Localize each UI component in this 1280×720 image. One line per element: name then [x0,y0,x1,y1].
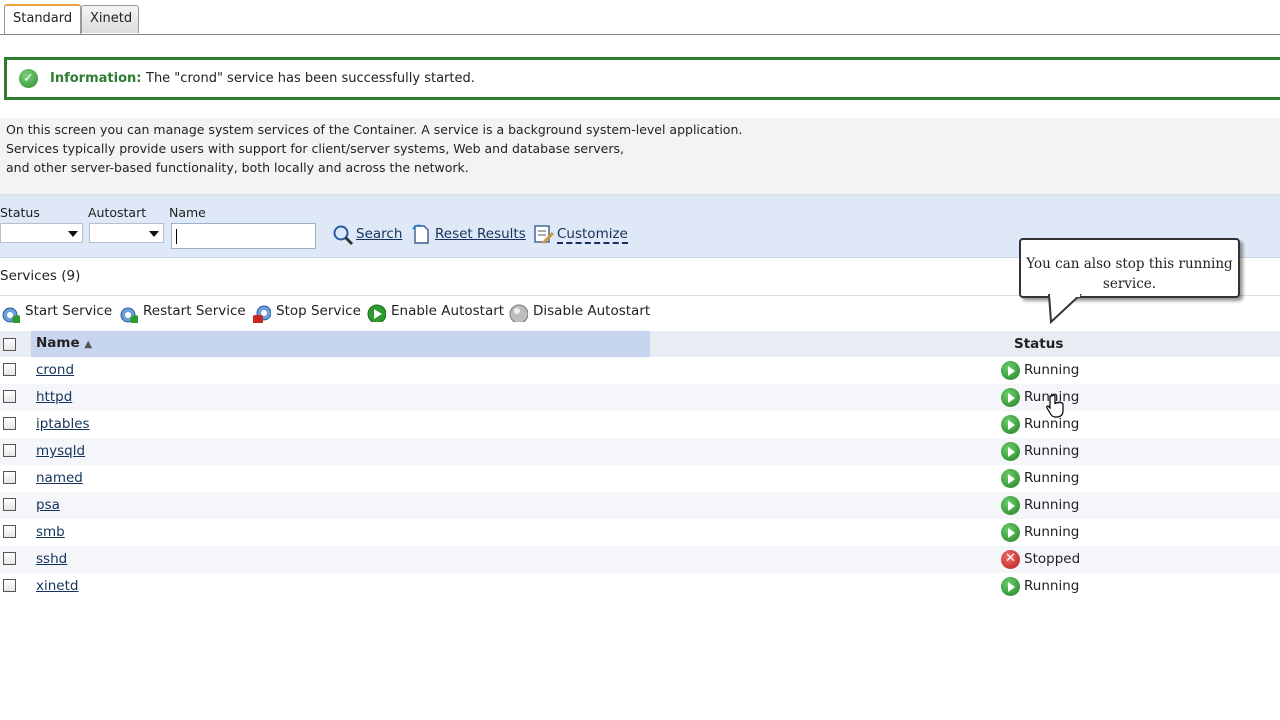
running-icon [1001,415,1020,434]
customize-link[interactable]: Customize [557,226,628,244]
table-row: smb Running [0,519,1280,546]
table-row: crond Running [0,357,1280,384]
running-icon [1001,361,1020,380]
service-name-link[interactable]: crond [36,362,74,378]
customize-icon[interactable] [533,223,555,245]
status-filter-label: Status [0,205,40,220]
table-row: mysqld Running [0,438,1280,465]
service-status: Running [1024,362,1080,378]
services-count: Services (9) [0,268,81,284]
callout-line-1: You can also stop this running [1026,256,1233,272]
running-icon [1001,442,1020,461]
service-status: Running [1024,470,1080,486]
service-status: Running [1024,443,1080,459]
row-checkbox[interactable] [3,498,16,511]
service-name-link[interactable]: iptables [36,416,90,432]
service-status: Stopped [1024,551,1081,567]
disable-autostart-icon [509,304,528,322]
description-line-1: On this screen you can manage system ser… [6,122,743,137]
row-checkbox[interactable] [3,471,16,484]
row-checkbox[interactable] [3,579,16,592]
tooltip-callout: You can also stop this running service. [1019,238,1240,298]
info-message-box: ✓ Information: The "crond" service has b… [4,57,1280,100]
select-all-checkbox[interactable] [3,338,16,351]
name-column-header-bg [31,331,650,357]
name-filter-label: Name [169,205,206,220]
row-checkbox[interactable] [3,417,16,430]
table-row: named Running [0,465,1280,492]
row-checkbox[interactable] [3,525,16,538]
row-checkbox[interactable] [3,552,16,565]
service-status: Running [1024,416,1080,432]
enable-autostart-icon [367,304,386,322]
table-header: Name ▲ Status [0,331,1280,357]
tab-standard[interactable]: Standard [4,4,81,34]
description-line-2: Services typically provide users with su… [6,141,624,156]
name-search-input[interactable] [171,223,316,249]
service-name-link[interactable]: mysqld [36,443,85,459]
start-service-icon [2,307,20,323]
services-table-body: crond Running httpd Running iptables Run… [0,357,1280,600]
running-icon [1001,388,1020,407]
reset-results-link[interactable]: Reset Results [435,226,526,242]
service-name-link[interactable]: smb [36,524,65,540]
status-column-header[interactable]: Status [1014,336,1063,352]
table-row: psa Running [0,492,1280,519]
reset-results-icon[interactable] [411,223,431,245]
services-toolbar: Start Service Restart Service Stop Servi… [0,295,1280,330]
table-row: sshd ✕ Stopped [0,546,1280,573]
running-icon [1001,496,1020,515]
tab-xinetd[interactable]: Xinetd [81,5,139,33]
status-select[interactable] [0,223,83,243]
running-icon [1001,469,1020,488]
row-checkbox[interactable] [3,363,16,376]
service-status: Running [1024,578,1080,594]
service-name-link[interactable]: httpd [36,389,72,405]
tab-bar: Standard Xinetd [0,0,1280,35]
service-name-link[interactable]: sshd [36,551,67,567]
sort-ascending-icon: ▲ [84,339,93,350]
autostart-select[interactable] [89,223,164,243]
hand-cursor-icon [1046,394,1064,418]
row-checkbox[interactable] [3,444,16,457]
chevron-down-icon [68,231,78,237]
info-label: Information: [50,71,142,86]
callout-tail [1048,294,1082,325]
search-link[interactable]: Search [356,226,402,242]
search-icon[interactable] [332,224,354,246]
row-checkbox[interactable] [3,390,16,403]
service-name-link[interactable]: xinetd [36,578,78,594]
text-caret [176,229,177,244]
restart-service-icon [120,307,138,323]
callout-line-2: service. [1102,276,1157,292]
check-icon: ✓ [19,69,38,88]
service-status: Running [1024,497,1080,513]
page-description: On this screen you can manage system ser… [0,118,1280,195]
service-name-link[interactable]: named [36,470,83,486]
service-status: Running [1024,524,1080,540]
info-message: The "crond" service has been successfull… [146,71,475,86]
running-icon [1001,577,1020,596]
stopped-icon: ✕ [1001,550,1020,569]
autostart-filter-label: Autostart [88,205,147,220]
chevron-down-icon [149,231,159,237]
running-icon [1001,523,1020,542]
description-line-3: and other server-based functionality, bo… [6,160,469,175]
name-column-header[interactable]: Name ▲ [36,335,92,351]
table-row: iptables Running [0,411,1280,438]
stop-service-icon [253,305,271,323]
table-row: httpd Running [0,384,1280,411]
service-name-link[interactable]: psa [36,497,60,513]
table-row: xinetd Running [0,573,1280,600]
